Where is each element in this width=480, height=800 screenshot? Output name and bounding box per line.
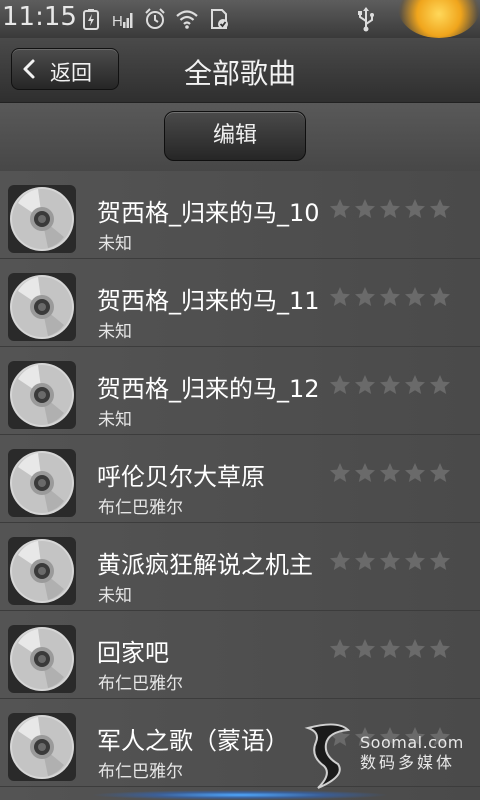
rating-stars[interactable] [328,197,452,221]
song-title: 回家吧 [97,639,169,667]
star-icon[interactable] [378,197,402,221]
notification-glow [398,0,480,38]
star-icon[interactable] [378,549,402,573]
star-icon[interactable] [403,197,427,221]
star-icon[interactable] [328,373,352,397]
cd-icon [8,625,76,693]
song-title: 贺西格_归来的马_12 [97,375,320,403]
cd-icon [8,449,76,517]
star-icon[interactable] [353,373,377,397]
song-artist: 未知 [98,322,132,342]
rating-stars[interactable] [328,461,452,485]
star-icon[interactable] [378,637,402,661]
edit-button[interactable]: 编辑 [164,111,306,161]
star-icon[interactable] [403,549,427,573]
cd-icon [8,185,76,253]
song-row[interactable]: 回家吧 布仁巴雅尔 [0,611,480,699]
cd-icon [8,713,76,781]
song-title: 呼伦贝尔大草原 [97,463,265,491]
song-artist: 布仁巴雅尔 [98,498,183,518]
song-row[interactable]: 贺西格_归来的马_11 未知 [0,259,480,347]
song-artist: 未知 [98,234,132,254]
alarm-icon [145,8,165,29]
star-icon[interactable] [403,637,427,661]
star-icon[interactable] [328,549,352,573]
star-icon[interactable] [403,461,427,485]
song-list: 贺西格_归来的马_10 未知 贺西格_归来的马_11 未知 贺西格_归来的马_1… [0,171,480,800]
wifi-icon [176,10,198,29]
star-icon[interactable] [328,197,352,221]
svg-text:H: H [112,13,123,30]
star-icon[interactable] [353,461,377,485]
song-row[interactable]: 黄派疯狂解说之机主 未知 [0,523,480,611]
star-icon[interactable] [328,461,352,485]
star-icon[interactable] [428,197,452,221]
star-icon[interactable] [428,637,452,661]
song-artist: 未知 [98,586,132,606]
star-icon[interactable] [428,373,452,397]
star-icon[interactable] [428,461,452,485]
song-title: 贺西格_归来的马_10 [97,199,320,227]
song-row[interactable]: 贺西格_归来的马_10 未知 [0,171,480,259]
title-bar: 全部歌曲 返回 [0,38,480,103]
song-artist: 未知 [98,410,132,430]
back-button[interactable]: 返回 [11,48,119,90]
song-artist: 布仁巴雅尔 [98,674,183,694]
star-icon[interactable] [428,549,452,573]
star-icon[interactable] [353,197,377,221]
star-icon[interactable] [378,373,402,397]
watermark-subtitle: 数码多媒体 [360,753,456,772]
usb-icon [358,7,374,32]
status-bar: 11:15 H [0,0,480,38]
star-icon[interactable] [378,461,402,485]
watermark-logo [304,723,351,789]
star-icon[interactable] [328,637,352,661]
chevron-left-icon [23,59,35,79]
rating-stars[interactable] [328,637,452,661]
status-time: 11:15 [2,2,77,32]
rating-stars[interactable] [328,285,452,309]
song-artist: 布仁巴雅尔 [98,762,183,782]
star-icon[interactable] [328,285,352,309]
rating-stars[interactable] [328,373,452,397]
star-icon[interactable] [403,373,427,397]
battery-charging-icon [83,9,99,30]
cd-icon [8,537,76,605]
signal-icon: H [112,13,133,30]
star-icon[interactable] [353,285,377,309]
song-row[interactable]: 呼伦贝尔大草原 布仁巴雅尔 [0,435,480,523]
back-button-label: 返回 [50,61,92,85]
song-title: 贺西格_归来的马_11 [97,287,320,315]
star-icon[interactable] [353,637,377,661]
star-icon[interactable] [353,549,377,573]
star-icon[interactable] [378,285,402,309]
cd-icon [8,273,76,341]
cd-icon [8,361,76,429]
song-title: 黄派疯狂解说之机主 [97,551,313,579]
rating-stars[interactable] [328,549,452,573]
edit-bar: 编辑 [0,103,480,172]
star-icon[interactable] [428,285,452,309]
star-icon[interactable] [403,285,427,309]
sd-card-icon [211,9,228,29]
song-title: 军人之歌（蒙语） [97,727,289,755]
song-row[interactable]: 贺西格_归来的马_12 未知 [0,347,480,435]
status-icons: H [80,6,230,32]
bottom-glow [90,790,390,800]
